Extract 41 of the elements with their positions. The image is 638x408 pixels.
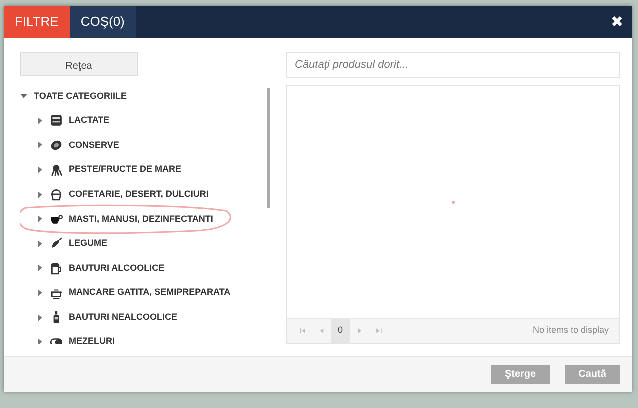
page-number[interactable]: 0 bbox=[331, 318, 350, 344]
category-label[interactable]: PESTE/FRUCTE DE MARE bbox=[69, 163, 182, 177]
category-label[interactable]: MANCARE GATITA, SEMIPREPARATA bbox=[69, 286, 231, 300]
network-button[interactable]: Reţea bbox=[20, 52, 138, 76]
tab[interactable]: COŞ(0) bbox=[70, 6, 136, 38]
cooking-pot-icon bbox=[50, 286, 63, 300]
caret-right-icon[interactable] bbox=[36, 338, 44, 344]
caret-right-icon[interactable] bbox=[36, 240, 44, 248]
previous-page-icon bbox=[318, 327, 326, 335]
caret-right-icon[interactable] bbox=[36, 289, 44, 298]
tree-label[interactable]: TOATE CATEGORIILE bbox=[34, 90, 128, 104]
loading-dot bbox=[452, 200, 454, 204]
search-field[interactable]: Căutaţi produsul dorit... bbox=[286, 52, 620, 78]
scrollbar-thumb[interactable] bbox=[267, 88, 270, 208]
caret-right-icon[interactable] bbox=[36, 314, 44, 322]
can-icon bbox=[50, 138, 63, 152]
tree-root[interactable]: TOATE CATEGORIILE bbox=[20, 84, 270, 109]
category-label[interactable]: CONSERVE bbox=[69, 138, 120, 152]
caret-down-icon[interactable] bbox=[20, 92, 28, 100]
caret-right-icon[interactable] bbox=[36, 141, 44, 150]
octopus-icon bbox=[50, 164, 63, 177]
category-label[interactable]: BAUTURI NEALCOOLICE bbox=[69, 310, 178, 324]
tab[interactable]: FILTRE bbox=[4, 6, 70, 38]
caret-right-icon[interactable] bbox=[36, 166, 44, 174]
first-page-icon bbox=[298, 327, 306, 335]
category-label[interactable]: LEGUME bbox=[69, 237, 108, 251]
caret-right-icon[interactable] bbox=[36, 215, 44, 224]
last-page-icon bbox=[374, 327, 382, 335]
mask-icon bbox=[50, 212, 63, 226]
category-label[interactable]: COFETARIE, DESERT, DULCIURI bbox=[69, 188, 209, 202]
caret-right-icon[interactable] bbox=[36, 116, 44, 125]
category-label[interactable]: LACTATE bbox=[69, 114, 110, 128]
beer-mug-icon bbox=[50, 262, 63, 275]
caret-right-icon[interactable] bbox=[36, 190, 44, 199]
pager-status: No items to display bbox=[532, 324, 609, 338]
category-label[interactable]: BAUTURI ALCOOLICE bbox=[69, 262, 165, 276]
close-button[interactable]: ✖ bbox=[603, 6, 632, 38]
next-page-icon bbox=[356, 327, 364, 335]
fridge-icon bbox=[50, 114, 63, 128]
vegetable-icon bbox=[50, 237, 63, 250]
caret-right-icon[interactable] bbox=[36, 264, 44, 272]
